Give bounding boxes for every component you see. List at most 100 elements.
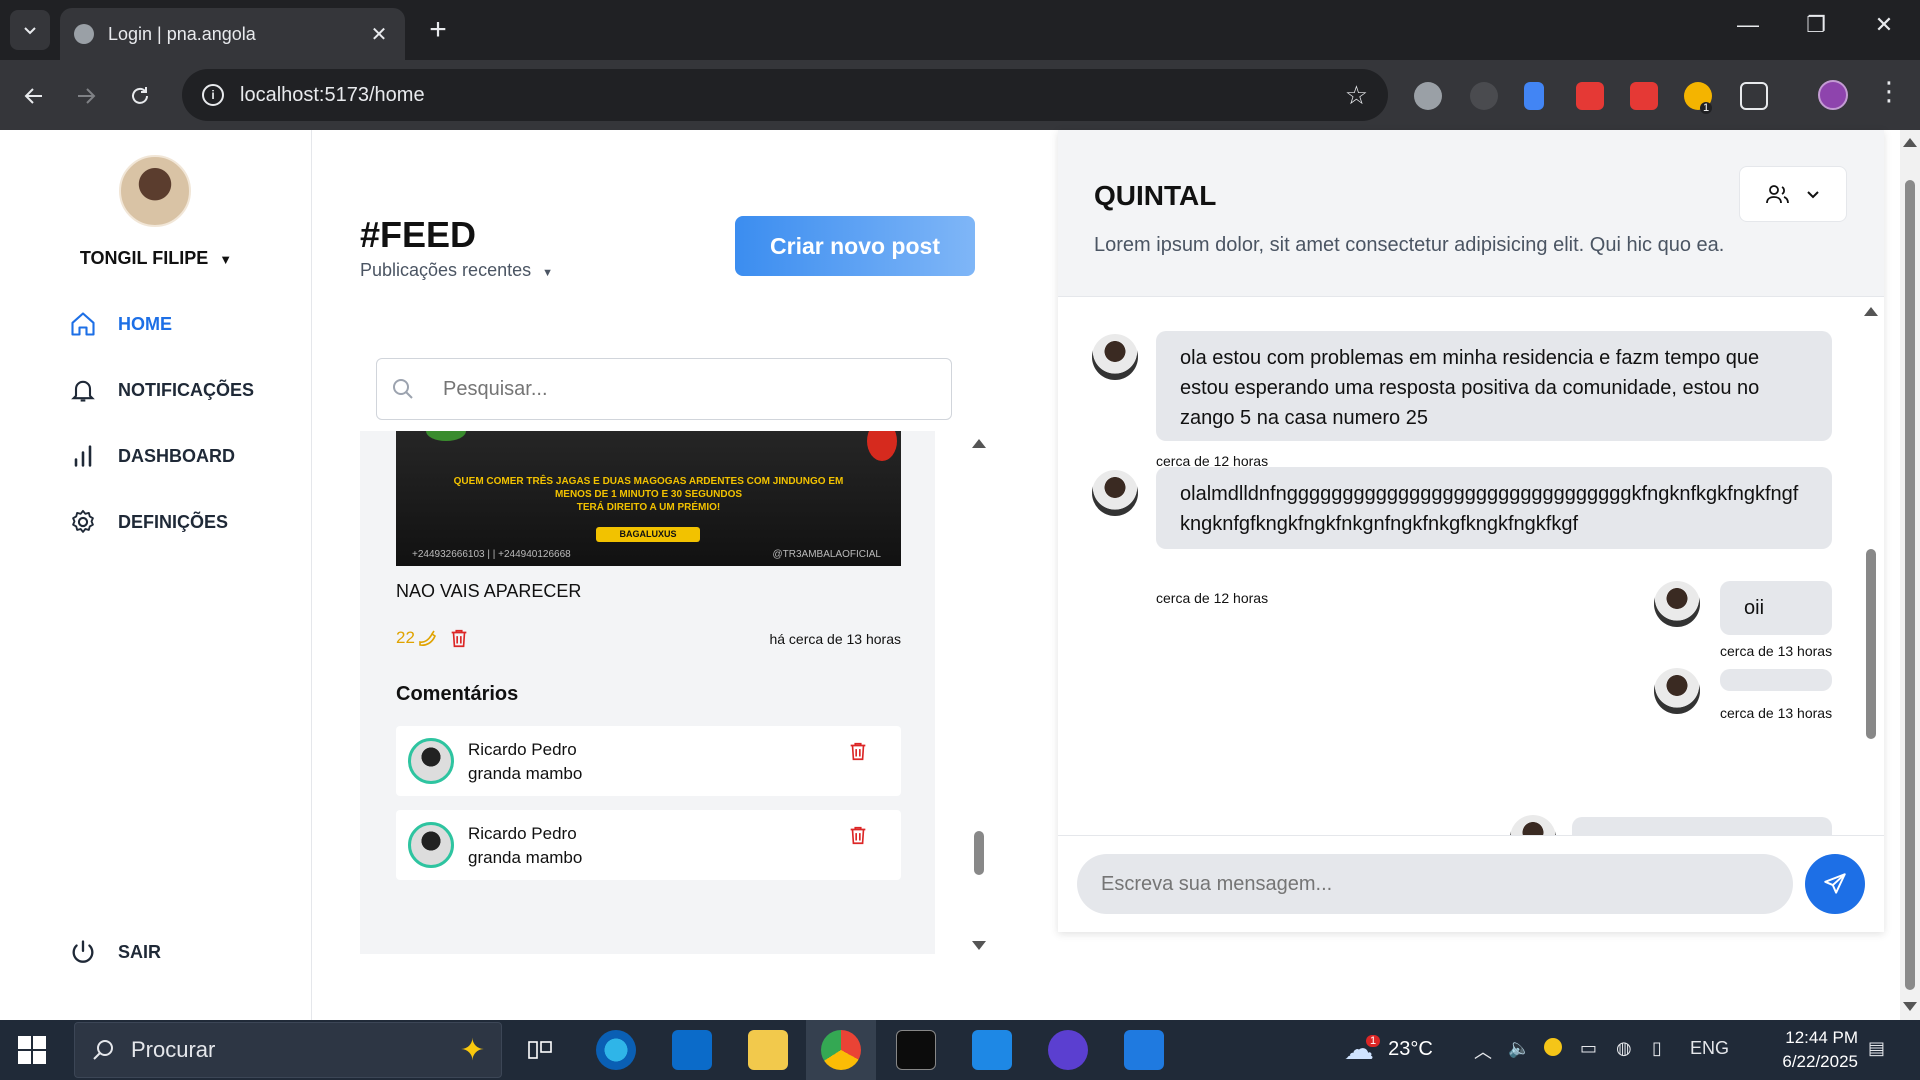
comments-heading: Comentários xyxy=(396,683,519,705)
app-icon[interactable] xyxy=(1048,1030,1088,1070)
tray-chevron-up-icon[interactable]: ︿ xyxy=(1474,1038,1492,1064)
post-image-phone: +244932666103 | | +244940126668 xyxy=(412,549,571,560)
chrome-icon[interactable] xyxy=(821,1030,861,1070)
extensions-puzzle-icon[interactable] xyxy=(1740,82,1768,110)
message-time: cerca de 13 horas xyxy=(1720,705,1833,721)
post-image[interactable]: QUEM COMER TRÊS JAGAS E DUAS MAGOGAS ARD… xyxy=(396,431,901,566)
send-message-button[interactable] xyxy=(1805,854,1865,914)
arrow-left-icon xyxy=(24,88,42,104)
comment-item: Ricardo Pedro granda mambo xyxy=(396,810,901,880)
delete-comment-icon[interactable] xyxy=(847,740,869,762)
like-button[interactable]: 22 xyxy=(396,628,437,648)
scroll-up-arrow[interactable] xyxy=(972,439,986,448)
feed-filter-dropdown[interactable]: Publicações recentes ▼ xyxy=(360,260,553,281)
search-input[interactable] xyxy=(443,377,937,401)
comment-avatar xyxy=(408,738,454,784)
scroll-down-arrow[interactable] xyxy=(1903,1002,1917,1011)
globe-icon xyxy=(74,24,94,44)
feed-scrollbar[interactable] xyxy=(970,431,986,954)
windows-start-button[interactable] xyxy=(18,1036,46,1064)
message-input[interactable] xyxy=(1077,854,1793,914)
comment-item: Ricardo Pedro granda mambo xyxy=(396,726,901,796)
app-icon[interactable] xyxy=(1124,1030,1164,1070)
weather-widget[interactable]: ☁ 1 23°C xyxy=(1344,1032,1433,1067)
sidebar-item-label: HOME xyxy=(118,313,172,334)
extension-icon[interactable] xyxy=(1414,82,1442,110)
page-scrollbar[interactable] xyxy=(1900,130,1920,1020)
gear-icon xyxy=(68,507,98,537)
message-avatar xyxy=(1092,470,1138,516)
feed-list[interactable]: QUEM COMER TRÊS JAGAS E DUAS MAGOGAS ARD… xyxy=(360,431,935,954)
battery-icon[interactable]: ▭ xyxy=(1580,1038,1597,1059)
extension-icon[interactable] xyxy=(1524,82,1544,110)
sidebar-item-home[interactable]: HOME xyxy=(68,307,172,341)
edge-icon[interactable] xyxy=(596,1030,636,1070)
bookmark-star-icon[interactable]: ☆ xyxy=(1345,80,1368,111)
chat-messages[interactable]: ola estou com problemas em minha residen… xyxy=(1058,297,1884,835)
language-indicator[interactable]: ENG xyxy=(1690,1038,1729,1059)
taskbar-clock[interactable]: 12:44 PM 6/22/2025 xyxy=(1738,1026,1858,1074)
scroll-up-arrow[interactable] xyxy=(1864,307,1878,316)
back-button[interactable] xyxy=(16,78,52,114)
tab-search-button[interactable] xyxy=(10,10,50,50)
windows-logo-tile xyxy=(33,1051,46,1064)
delete-post-icon[interactable] xyxy=(448,627,470,649)
logout-button[interactable]: SAIR xyxy=(68,935,161,969)
tray-app-icon[interactable] xyxy=(1544,1038,1562,1056)
chat-header: QUINTAL Lorem ipsum dolor, sit amet cons… xyxy=(1058,130,1884,297)
power-icon xyxy=(68,937,98,967)
site-info-icon[interactable]: i xyxy=(202,84,224,106)
scroll-thumb[interactable] xyxy=(1866,549,1876,739)
reload-button[interactable] xyxy=(122,78,158,114)
scroll-thumb[interactable] xyxy=(1905,180,1915,990)
close-tab-icon[interactable]: ✕ xyxy=(367,22,391,47)
scroll-up-arrow[interactable] xyxy=(1903,138,1917,147)
minimize-button[interactable]: — xyxy=(1728,12,1768,38)
extension-icon[interactable] xyxy=(1576,82,1604,110)
browser-menu-icon[interactable]: ⋮ xyxy=(1876,76,1902,107)
outlook-icon[interactable] xyxy=(672,1030,712,1070)
browser-tab[interactable]: Login | pna.angola ✕ xyxy=(60,8,405,60)
taskbar-search-label: Procurar xyxy=(131,1037,216,1062)
vscode-icon[interactable] xyxy=(972,1030,1012,1070)
browser-toolbar: i localhost:5173/home ☆ 1 xyxy=(0,60,1920,130)
scroll-down-arrow[interactable] xyxy=(972,941,986,950)
network-globe-icon[interactable]: ◍ xyxy=(1616,1038,1632,1059)
extension-icon[interactable] xyxy=(1630,82,1658,110)
restore-button[interactable]: ❐ xyxy=(1796,12,1836,38)
members-dropdown-button[interactable] xyxy=(1739,166,1847,222)
user-avatar[interactable] xyxy=(119,155,191,227)
windows-logo-tile xyxy=(18,1036,31,1049)
volume-icon[interactable]: 🔈 xyxy=(1508,1038,1530,1059)
file-explorer-icon[interactable] xyxy=(748,1030,788,1070)
bell-icon xyxy=(68,375,98,405)
sidebar-item-dashboard[interactable]: DASHBOARD xyxy=(68,439,235,473)
create-post-button[interactable]: Criar novo post xyxy=(735,216,975,276)
close-window-button[interactable]: ✕ xyxy=(1864,12,1904,38)
sidebar-item-settings[interactable]: DEFINIÇÕES xyxy=(68,505,228,539)
address-bar[interactable]: i localhost:5173/home ☆ xyxy=(182,69,1388,121)
sidebar-item-notifications[interactable]: NOTIFICAÇÕES xyxy=(68,373,254,407)
device-icon[interactable]: ▯ xyxy=(1652,1038,1662,1059)
delete-comment-icon[interactable] xyxy=(847,824,869,846)
task-view-icon[interactable] xyxy=(520,1030,560,1070)
taskbar-search[interactable]: Procurar ✦ xyxy=(74,1022,502,1078)
chat-panel: QUINTAL Lorem ipsum dolor, sit amet cons… xyxy=(1058,130,1884,932)
bar-chart-icon xyxy=(68,441,98,471)
extension-icon[interactable] xyxy=(1470,82,1498,110)
user-menu[interactable]: TONGIL FILIPE ▼ xyxy=(0,248,312,269)
profile-avatar[interactable] xyxy=(1818,80,1848,110)
post-image-text: QUEM COMER TRÊS JAGAS E DUAS MAGOGAS ARD… xyxy=(396,475,901,514)
notification-center-icon[interactable]: ▤ xyxy=(1868,1038,1885,1059)
post-image-handle: @TR3AMBALAOFICIAL xyxy=(772,549,881,560)
scroll-thumb[interactable] xyxy=(974,831,984,875)
new-tab-button[interactable]: + xyxy=(420,14,456,46)
search-field[interactable] xyxy=(376,358,952,420)
sidebar: TONGIL FILIPE ▼ HOME NOTIFICAÇÕES DASHBO… xyxy=(0,130,312,1020)
forward-button[interactable] xyxy=(68,78,104,114)
send-icon xyxy=(1824,873,1846,894)
arrow-right-icon xyxy=(78,88,96,104)
terminal-icon[interactable] xyxy=(896,1030,936,1070)
feed-subtitle: Publicações recentes xyxy=(360,260,532,280)
comment-avatar xyxy=(408,822,454,868)
